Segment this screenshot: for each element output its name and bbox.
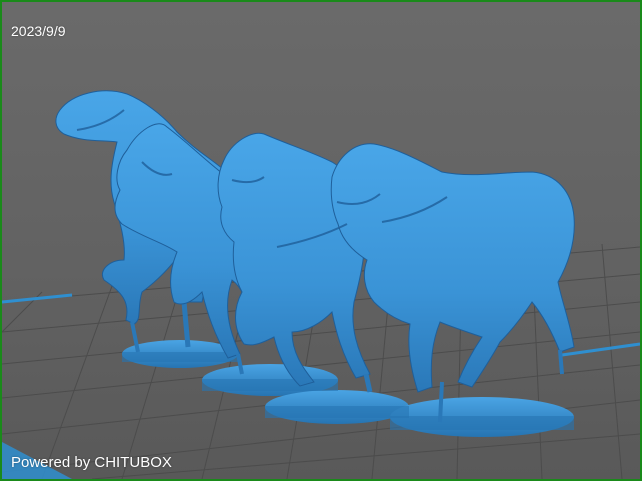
3d-viewport[interactable] — [2, 2, 640, 479]
viewer-window: 2023/9/9 Powered by CHITUBOX — [0, 0, 642, 481]
build-plate-edge — [2, 293, 73, 304]
date-stamp: 2023/9/9 — [11, 23, 66, 39]
powered-by-watermark: Powered by CHITUBOX — [11, 454, 172, 471]
